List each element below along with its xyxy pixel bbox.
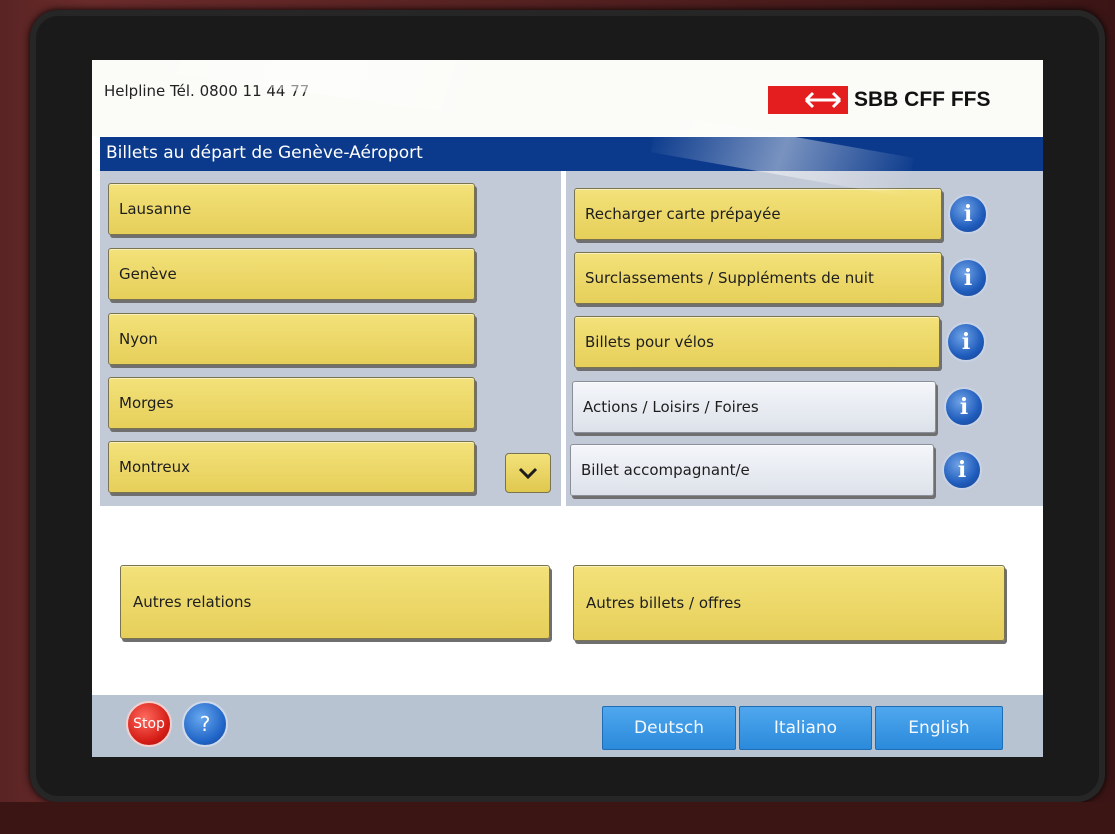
service-label: Billets pour vélos	[585, 332, 714, 351]
language-label: Deutsch	[634, 718, 704, 738]
info-button-leisure[interactable]: i	[944, 387, 984, 427]
other-tickets-button[interactable]: Autres billets / offres	[573, 565, 1005, 641]
destination-label: Nyon	[119, 329, 158, 348]
info-icon: i	[959, 394, 969, 420]
page-title: Billets au départ de Genève-Aéroport	[106, 143, 423, 163]
stop-label: Stop	[133, 716, 165, 732]
language-button-english[interactable]: English	[875, 706, 1003, 750]
destination-button-montreux[interactable]: Montreux	[108, 441, 475, 493]
other-tickets-label: Autres billets / offres	[586, 593, 742, 612]
service-button-leisure[interactable]: Actions / Loisirs / Foires	[572, 381, 936, 433]
info-icon: i	[963, 201, 973, 227]
info-button-recharge-card[interactable]: i	[948, 194, 988, 234]
info-button-upgrades[interactable]: i	[948, 258, 988, 298]
service-label: Recharger carte prépayée	[585, 204, 781, 223]
helpline-text: Helpline Tél. 0800 11 44 77	[104, 82, 310, 100]
info-icon: i	[961, 329, 971, 355]
destination-label: Morges	[119, 393, 174, 412]
destination-button-geneve[interactable]: Genève	[108, 248, 475, 300]
service-button-companion-ticket[interactable]: Billet accompagnant/e	[570, 444, 934, 496]
destination-button-lausanne[interactable]: Lausanne	[108, 183, 475, 235]
info-button-companion-ticket[interactable]: i	[942, 450, 982, 490]
language-button-italiano[interactable]: Italiano	[739, 706, 872, 750]
scroll-down-button[interactable]	[505, 453, 551, 493]
service-label: Surclassements / Suppléments de nuit	[585, 268, 874, 287]
double-arrow-icon	[768, 85, 848, 114]
touch-screen: Helpline Tél. 0800 11 44 77 SBB CFF FFS …	[92, 60, 1043, 757]
sbb-logo: SBB CFF FFS	[768, 85, 991, 114]
destination-button-nyon[interactable]: Nyon	[108, 313, 475, 365]
language-label: Italiano	[773, 718, 838, 738]
service-label: Billet accompagnant/e	[581, 460, 750, 479]
info-icon: i	[963, 265, 973, 291]
service-button-upgrades[interactable]: Surclassements / Suppléments de nuit	[574, 252, 942, 304]
chevron-down-icon	[518, 467, 538, 480]
destination-button-morges[interactable]: Morges	[108, 377, 475, 429]
header: Helpline Tél. 0800 11 44 77 SBB CFF FFS	[92, 60, 1043, 136]
machine-frame	[0, 802, 1115, 834]
service-label: Actions / Loisirs / Foires	[583, 397, 759, 416]
info-icon: i	[957, 457, 967, 483]
help-button[interactable]: ?	[182, 701, 228, 747]
destination-label: Genève	[119, 264, 177, 283]
language-label: English	[908, 718, 970, 738]
other-relations-label: Autres relations	[133, 592, 252, 611]
other-relations-button[interactable]: Autres relations	[120, 565, 550, 639]
help-icon: ?	[199, 712, 211, 736]
destination-label: Lausanne	[119, 199, 192, 218]
destination-label: Montreux	[119, 457, 190, 476]
info-button-bike-tickets[interactable]: i	[946, 322, 986, 362]
service-button-recharge-card[interactable]: Recharger carte prépayée	[574, 188, 942, 240]
logo-text: SBB CFF FFS	[854, 87, 991, 111]
title-bar: Billets au départ de Genève-Aéroport	[100, 137, 1043, 171]
language-button-deutsch[interactable]: Deutsch	[602, 706, 736, 750]
stop-button[interactable]: Stop	[126, 701, 172, 747]
service-button-bike-tickets[interactable]: Billets pour vélos	[574, 316, 940, 368]
